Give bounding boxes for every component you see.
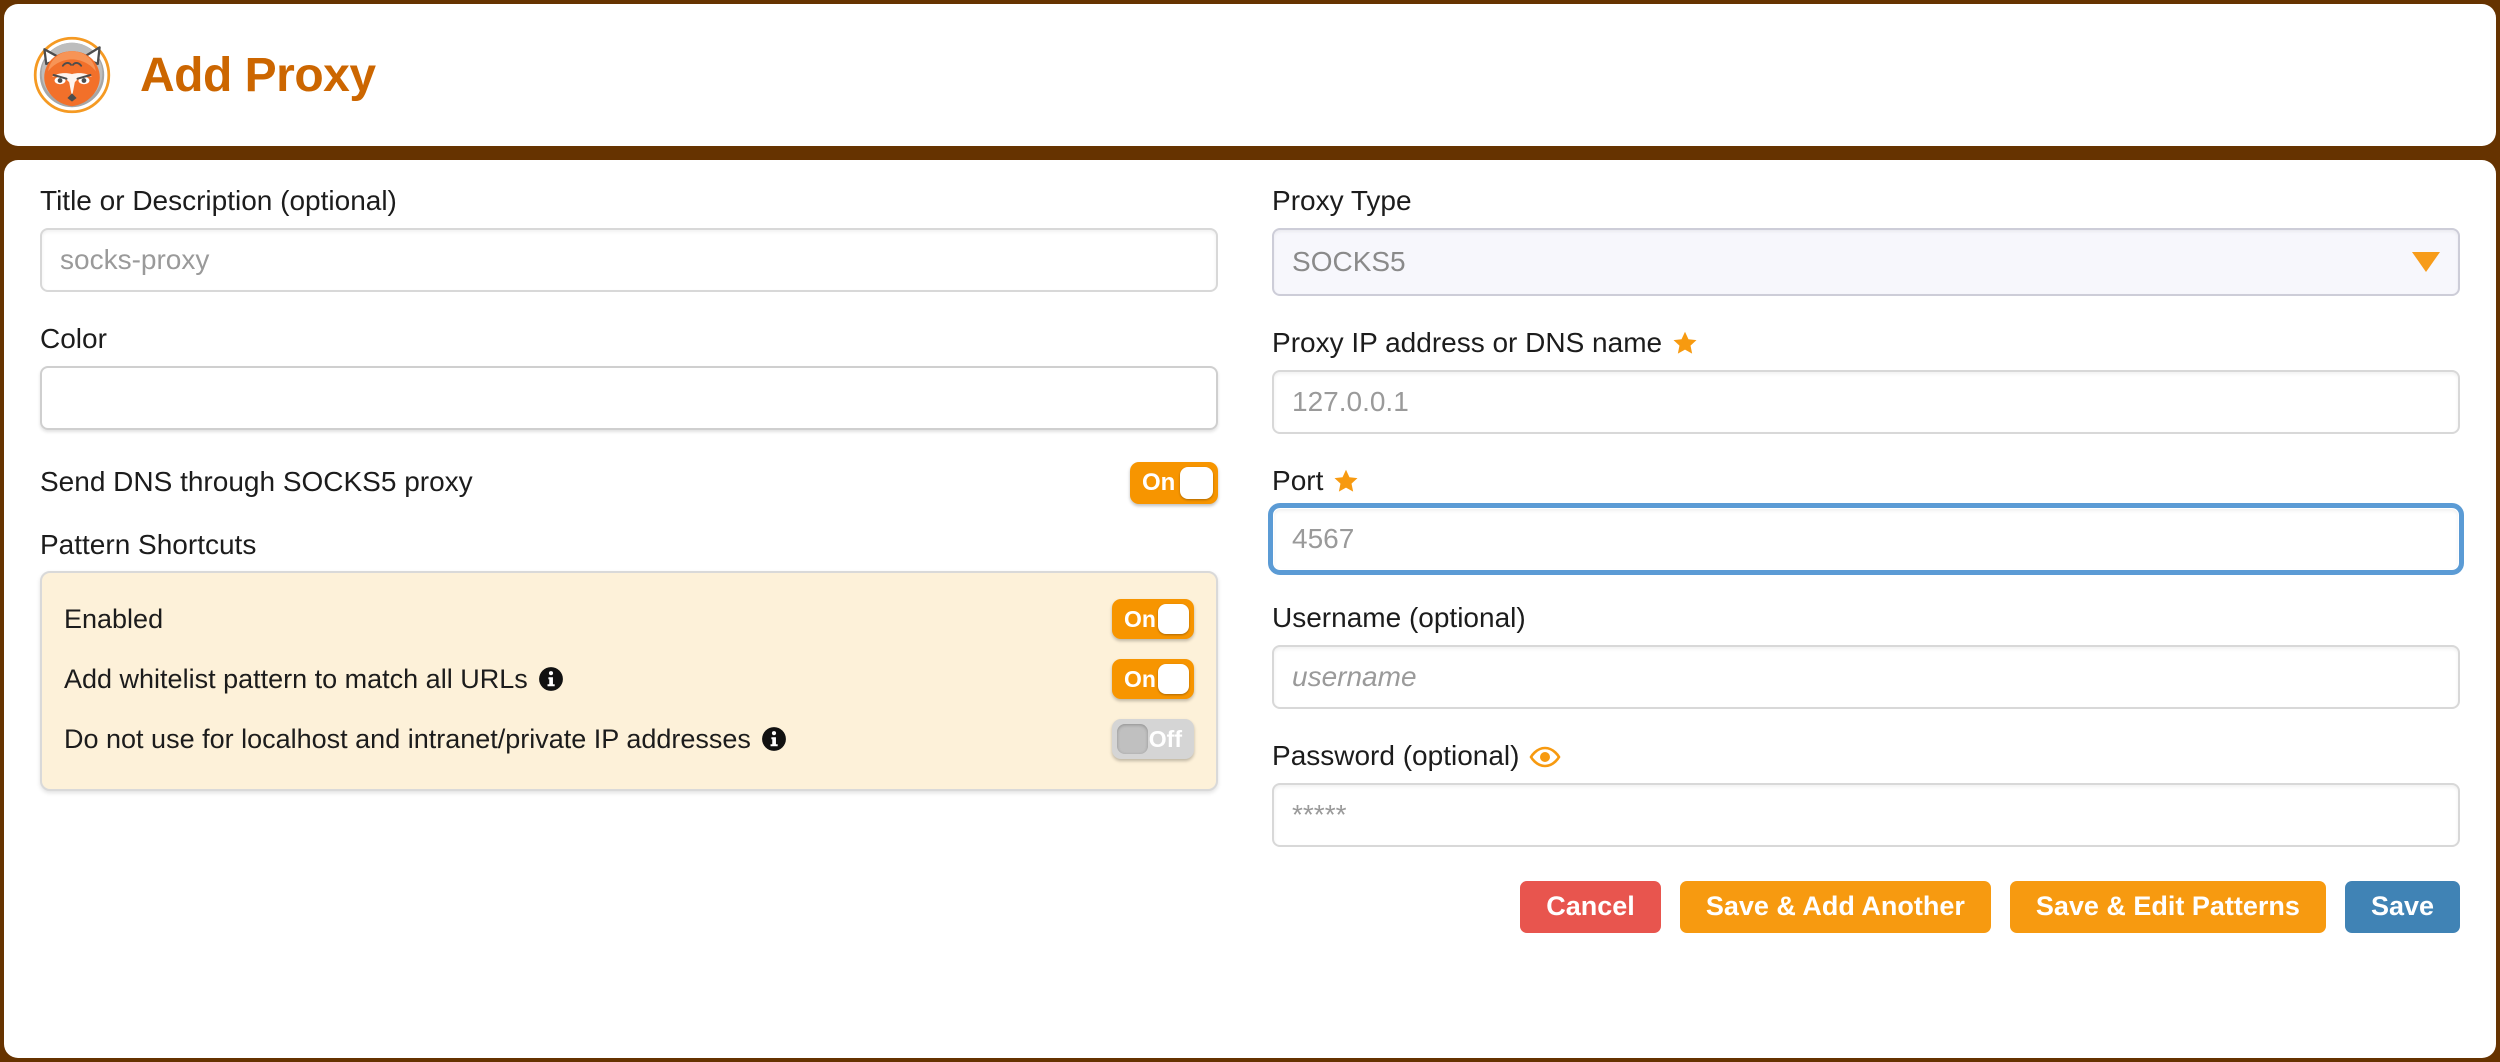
proxy-ip-label-text: Proxy IP address or DNS name [1272,326,1663,358]
page-title: Add Proxy [140,48,376,102]
dialog-header: Add Proxy [4,4,2496,146]
username-input[interactable]: username [1272,645,2460,710]
port-label-text: Port [1272,464,1324,496]
left-column: Title or Description (optional) socks-pr… [4,185,1250,1058]
toggle-knob [1180,466,1214,499]
proxy-ip-label: Proxy IP address or DNS name [1272,326,2460,359]
pattern-localhost-toggle[interactable]: Off [1112,719,1195,760]
pattern-row-wrapper: Add whitelist pattern to match all URLs [64,664,564,695]
cancel-button[interactable]: Cancel [1520,880,1661,933]
send-dns-toggle[interactable]: On [1130,461,1219,504]
port-label: Port [1272,464,2460,497]
color-field-label: Color [40,322,107,354]
save-and-add-another-button[interactable]: Save & Add Another [1679,880,1991,933]
send-dns-row: Send DNS through SOCKS5 proxy On [40,461,1219,504]
send-dns-toggle-label: On [1142,468,1176,496]
toggle-knob [1158,604,1190,635]
eye-icon[interactable] [1529,746,1561,768]
info-icon[interactable] [538,666,564,692]
password-label-text: Password (optional) [1272,740,1520,772]
color-swatch[interactable]: #666666 [40,365,1219,430]
foxyproxy-fox-logo-icon [33,36,111,114]
proxy-type-label: Proxy Type [1272,185,1412,216]
header-divider [0,146,2500,160]
pattern-shortcuts-label: Pattern Shortcuts [40,528,257,560]
proxy-type-value: SOCKS5 [1292,245,1406,277]
send-dns-label: Send DNS through SOCKS5 proxy [40,466,473,498]
pattern-row-localhost: Do not use for localhost and intranet/pr… [64,715,1195,763]
pattern-enabled-toggle-label: On [1124,605,1156,632]
pattern-row-enabled: Enabled On [64,595,1195,643]
password-input[interactable]: ***** [1272,782,2460,847]
toggle-knob [1117,724,1149,755]
password-label: Password (optional) [1272,740,2460,772]
proxy-ip-input[interactable]: 127.0.0.1 [1272,369,2460,434]
pattern-row-text: Enabled [64,603,164,634]
pattern-row-whitelist: Add whitelist pattern to match all URLs … [64,655,1195,703]
pattern-whitelist-toggle[interactable]: On [1112,659,1195,700]
chevron-down-icon [2412,251,2440,272]
dialog-body: Title or Description (optional) socks-pr… [4,160,2496,1058]
toggle-knob [1158,664,1190,695]
pattern-row-text: Do not use for localhost and intranet/pr… [64,723,751,754]
right-column: Proxy Type SOCKS5 Proxy IP address or DN… [1250,185,2496,1058]
pattern-shortcuts-panel: Enabled On Add whitelist pattern to matc… [40,571,1219,792]
add-proxy-dialog: Add Proxy Title or Description (optional… [0,0,2500,1062]
dialog-actions: Cancel Save & Add Another Save & Edit Pa… [1272,880,2460,933]
title-field-label: Title or Description (optional) [40,185,397,216]
proxy-type-select[interactable]: SOCKS5 [1272,227,2460,296]
required-star-icon [1673,331,1697,354]
save-and-edit-patterns-button[interactable]: Save & Edit Patterns [2009,880,2326,933]
port-input[interactable]: 4567 [1268,503,2464,576]
username-label: Username (optional) [1272,602,1526,634]
pattern-whitelist-toggle-label: On [1124,665,1156,692]
save-button[interactable]: Save [2344,880,2460,933]
pattern-row-text: Add whitelist pattern to match all URLs [64,663,528,694]
pattern-localhost-toggle-label: Off [1148,725,1183,752]
pattern-enabled-toggle[interactable]: On [1112,599,1195,640]
required-star-icon [1334,469,1358,492]
title-input[interactable]: socks-proxy [40,227,1219,292]
pattern-row-wrapper: Do not use for localhost and intranet/pr… [64,724,787,755]
info-icon[interactable] [761,726,787,752]
